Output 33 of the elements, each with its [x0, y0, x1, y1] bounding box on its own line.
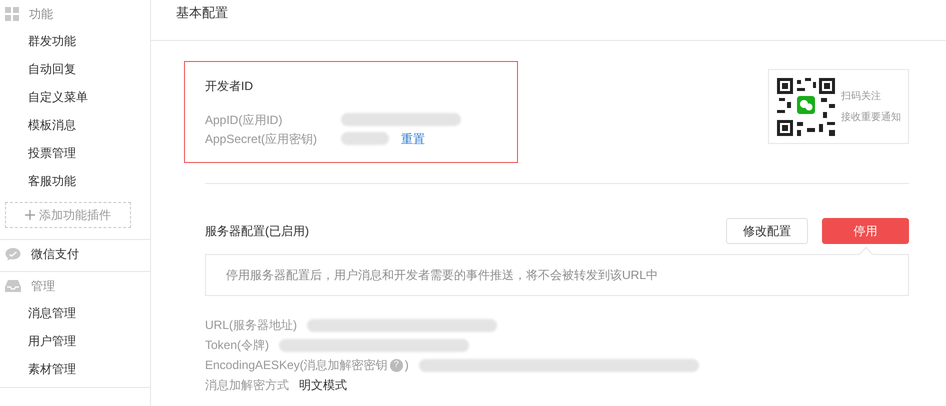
sidebar-item[interactable]: 自定义菜单 — [0, 83, 150, 111]
disable-button[interactable]: 停用 — [822, 218, 909, 244]
sidebar-item[interactable]: 模板消息 — [0, 111, 150, 139]
sidebar-item[interactable]: 消息管理 — [0, 299, 150, 327]
sidebar-item[interactable]: 客服功能 — [0, 167, 150, 195]
field-value: 明文模式 — [299, 377, 347, 394]
field-label: Token(令牌) — [205, 337, 270, 354]
field-label: AppID(应用ID) — [205, 112, 284, 128]
qr-caption: 扫码关注 — [841, 90, 882, 104]
sidebar-item[interactable]: 群发功能 — [0, 27, 150, 55]
sidebar-item[interactable]: 用户管理 — [0, 327, 150, 355]
reset-link[interactable]: 重置 — [401, 130, 425, 148]
qr-code-icon — [777, 78, 835, 136]
plus-icon — [25, 210, 35, 220]
inbox-icon — [5, 278, 21, 292]
qr-caption: 接收重要通知 — [841, 110, 901, 124]
page-title: 基本配置 — [176, 4, 228, 22]
section-title: 服务器配置(已启用) — [205, 223, 309, 240]
edit-config-button[interactable]: 修改配置 — [726, 218, 808, 244]
field-label: EncodingAESKey(消息加解密密钥 — [205, 357, 388, 374]
sidebar-section-title[interactable]: 微信支付 — [31, 244, 79, 262]
field-label: URL(服务器地址) — [205, 317, 297, 334]
field-label: 消息加解密方式 — [205, 377, 289, 394]
redacted-value — [341, 132, 389, 145]
grid-icon — [5, 6, 19, 20]
sidebar-item[interactable]: 素材管理 — [0, 355, 150, 383]
notice-text: 停用服务器配置后，用户消息和开发者需要的事件推送，将不会被转发到该URL中 — [226, 267, 658, 284]
field-label: AppSecret(应用密钥) — [205, 130, 318, 148]
sidebar-item[interactable]: 投票管理 — [0, 139, 150, 167]
chat-bubble-icon — [5, 246, 21, 260]
field-label-suffix: ) — [404, 357, 409, 374]
sidebar-item[interactable]: 自动回复 — [0, 55, 150, 83]
section-title: 开发者ID — [205, 78, 254, 95]
